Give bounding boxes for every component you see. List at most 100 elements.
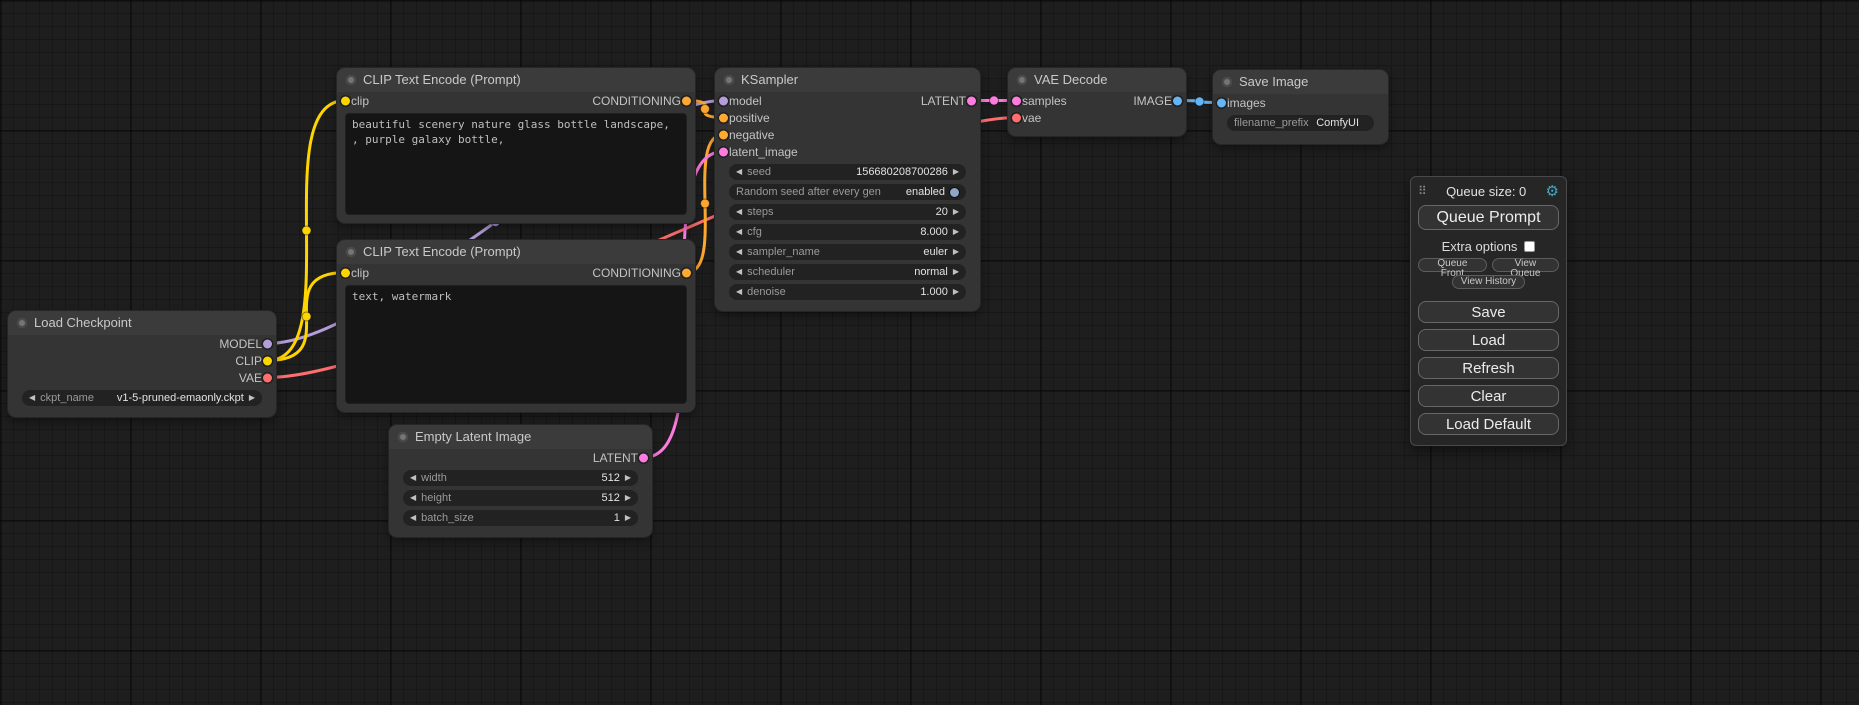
arrow-left-icon[interactable]: ◀ xyxy=(29,394,35,402)
input-slot-samples[interactable] xyxy=(1012,96,1021,105)
output-slot-conditioning[interactable] xyxy=(682,96,691,105)
widget-filename-prefix[interactable]: filename_prefix ComfyUI xyxy=(1227,115,1374,131)
arrow-left-icon[interactable]: ◀ xyxy=(410,514,416,522)
output-slot-vae[interactable] xyxy=(263,373,272,382)
input-slot-clip[interactable] xyxy=(341,268,350,277)
node-title-bar[interactable]: VAE Decode xyxy=(1008,68,1186,92)
input-slot-positive[interactable] xyxy=(719,113,728,122)
widget-value: 8.000 xyxy=(920,226,948,238)
widget-label: batch_size xyxy=(421,512,474,524)
load-default-button[interactable]: Load Default xyxy=(1418,413,1559,435)
view-history-button[interactable]: View History xyxy=(1452,275,1525,289)
queue-front-button[interactable]: Queue Front xyxy=(1418,258,1487,272)
node-empty-latent-image[interactable]: Empty Latent Image LATENT ◀ width 512 ▶ … xyxy=(389,425,652,537)
arrow-left-icon[interactable]: ◀ xyxy=(736,248,742,256)
node-title-bar[interactable]: Save Image xyxy=(1213,70,1388,94)
arrow-right-icon[interactable]: ▶ xyxy=(625,494,631,502)
node-graph-canvas[interactable]: Load Checkpoint MODEL CLIP VAE ◀ ckpt_na… xyxy=(0,0,1859,705)
widget-height[interactable]: ◀ height 512 ▶ xyxy=(403,490,638,506)
input-slot-images[interactable] xyxy=(1217,98,1226,107)
collapse-dot-icon[interactable] xyxy=(17,318,27,328)
arrow-right-icon[interactable]: ▶ xyxy=(625,474,631,482)
arrow-left-icon[interactable]: ◀ xyxy=(410,494,416,502)
arrow-right-icon[interactable]: ▶ xyxy=(953,268,959,276)
arrow-left-icon[interactable]: ◀ xyxy=(736,288,742,296)
node-ksampler[interactable]: KSampler model LATENT positive negative … xyxy=(715,68,980,311)
widget-ckpt-name[interactable]: ◀ ckpt_name v1-5-pruned-emaonly.ckpt ▶ xyxy=(22,390,262,406)
settings-gear-icon[interactable]: ⚙ xyxy=(1546,182,1559,200)
slot-row: VAE xyxy=(8,369,276,386)
node-title-bar[interactable]: CLIP Text Encode (Prompt) xyxy=(337,68,695,92)
widget-batch-size[interactable]: ◀ batch_size 1 ▶ xyxy=(403,510,638,526)
node-save-image[interactable]: Save Image images filename_prefix ComfyU… xyxy=(1213,70,1388,144)
widget-seed[interactable]: ◀ seed 156680208700286 ▶ xyxy=(729,164,966,180)
random-seed-toggle[interactable] xyxy=(950,188,959,197)
collapse-dot-icon[interactable] xyxy=(1222,77,1232,87)
node-title-bar[interactable]: KSampler xyxy=(715,68,980,92)
collapse-dot-icon[interactable] xyxy=(724,75,734,85)
collapse-dot-icon[interactable] xyxy=(346,75,356,85)
prompt-textarea[interactable]: text, watermark xyxy=(345,285,687,404)
node-title: Save Image xyxy=(1239,74,1308,89)
prompt-textarea[interactable]: beautiful scenery nature glass bottle la… xyxy=(345,113,687,215)
widget-sampler-name[interactable]: ◀ sampler_name euler ▶ xyxy=(729,244,966,260)
extra-options-checkbox[interactable] xyxy=(1524,241,1535,252)
widget-value: 512 xyxy=(601,492,619,504)
output-slot-conditioning[interactable] xyxy=(682,268,691,277)
widget-denoise[interactable]: ◀ denoise 1.000 ▶ xyxy=(729,284,966,300)
node-title-bar[interactable]: Load Checkpoint xyxy=(8,311,276,335)
output-slot-image[interactable] xyxy=(1173,96,1182,105)
collapse-dot-icon[interactable] xyxy=(1017,75,1027,85)
arrow-left-icon[interactable]: ◀ xyxy=(736,208,742,216)
widget-cfg[interactable]: ◀ cfg 8.000 ▶ xyxy=(729,224,966,240)
slot-row: LATENT xyxy=(389,449,652,466)
queue-prompt-button[interactable]: Queue Prompt xyxy=(1418,205,1559,230)
widget-steps[interactable]: ◀ steps 20 ▶ xyxy=(729,204,966,220)
node-load-checkpoint[interactable]: Load Checkpoint MODEL CLIP VAE ◀ ckpt_na… xyxy=(8,311,276,417)
arrow-right-icon[interactable]: ▶ xyxy=(953,228,959,236)
input-slot-model[interactable] xyxy=(719,96,728,105)
slot-row: model LATENT xyxy=(715,92,980,109)
output-label-model: MODEL xyxy=(219,337,262,351)
widget-scheduler[interactable]: ◀ scheduler normal ▶ xyxy=(729,264,966,280)
widget-width[interactable]: ◀ width 512 ▶ xyxy=(403,470,638,486)
save-button[interactable]: Save xyxy=(1418,301,1559,323)
output-label-conditioning: CONDITIONING xyxy=(592,266,681,280)
input-slot-vae[interactable] xyxy=(1012,113,1021,122)
node-vae-decode[interactable]: VAE Decode samples IMAGE vae xyxy=(1008,68,1186,136)
input-slot-negative[interactable] xyxy=(719,130,728,139)
view-queue-button[interactable]: View Queue xyxy=(1492,258,1559,272)
arrow-right-icon[interactable]: ▶ xyxy=(625,514,631,522)
arrow-right-icon[interactable]: ▶ xyxy=(953,168,959,176)
input-slot-clip[interactable] xyxy=(341,96,350,105)
node-title-bar[interactable]: CLIP Text Encode (Prompt) xyxy=(337,240,695,264)
widget-value: 512 xyxy=(601,472,619,484)
arrow-left-icon[interactable]: ◀ xyxy=(736,268,742,276)
node-clip-text-encode-negative[interactable]: CLIP Text Encode (Prompt) clip CONDITION… xyxy=(337,240,695,412)
collapse-dot-icon[interactable] xyxy=(398,432,408,442)
input-label-latent-image: latent_image xyxy=(729,145,798,159)
wire-positive-conditioning-dot xyxy=(701,105,710,114)
output-slot-latent[interactable] xyxy=(967,96,976,105)
refresh-button[interactable]: Refresh xyxy=(1418,357,1559,379)
collapse-dot-icon[interactable] xyxy=(346,247,356,257)
input-label-negative: negative xyxy=(729,128,774,142)
node-title-bar[interactable]: Empty Latent Image xyxy=(389,425,652,449)
arrow-left-icon[interactable]: ◀ xyxy=(736,228,742,236)
output-slot-clip[interactable] xyxy=(263,356,272,365)
output-slot-latent[interactable] xyxy=(639,453,648,462)
node-clip-text-encode-positive[interactable]: CLIP Text Encode (Prompt) clip CONDITION… xyxy=(337,68,695,223)
arrow-right-icon[interactable]: ▶ xyxy=(249,394,255,402)
arrow-right-icon[interactable]: ▶ xyxy=(953,288,959,296)
arrow-left-icon[interactable]: ◀ xyxy=(736,168,742,176)
output-slot-model[interactable] xyxy=(263,339,272,348)
arrow-left-icon[interactable]: ◀ xyxy=(410,474,416,482)
drag-handle-icon[interactable]: ⠿ xyxy=(1418,184,1427,198)
arrow-right-icon[interactable]: ▶ xyxy=(953,248,959,256)
load-button[interactable]: Load xyxy=(1418,329,1559,351)
clear-button[interactable]: Clear xyxy=(1418,385,1559,407)
input-label-vae: vae xyxy=(1022,111,1041,125)
widget-random-seed[interactable]: Random seed after every gen enabled xyxy=(729,184,966,200)
arrow-right-icon[interactable]: ▶ xyxy=(953,208,959,216)
input-slot-latent-image[interactable] xyxy=(719,147,728,156)
